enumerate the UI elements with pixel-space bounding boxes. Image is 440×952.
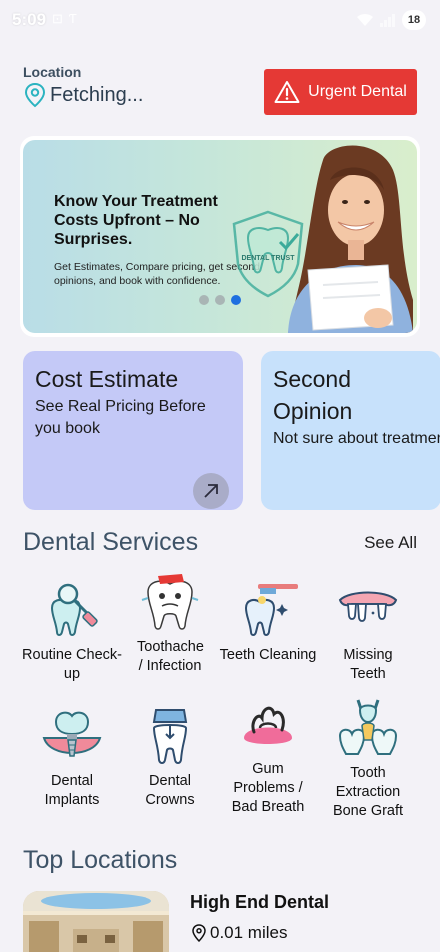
urgent-dental-label: Urgent Dental <box>308 83 407 100</box>
map-pin-icon <box>192 924 206 942</box>
magnifier-tooth-icon <box>50 583 98 636</box>
gum-icon <box>244 706 292 744</box>
status-notification-icons: ⊡ Ƭ <box>52 11 77 27</box>
service-missing-teeth[interactable]: Missing Teeth <box>318 578 418 684</box>
sick-tooth-icon <box>141 574 199 630</box>
clinic-interior-image <box>23 891 169 952</box>
dental-services-title: Dental Services <box>23 528 199 556</box>
service-label: Dental Crowns <box>145 773 195 808</box>
distance-value: 0.01 miles <box>210 923 288 942</box>
carousel-dots[interactable] <box>199 295 241 305</box>
card-description: Not sure about treatment? Let us r <box>273 430 440 447</box>
service-routine-checkup[interactable]: Routine Check-up <box>22 578 122 684</box>
missing-teeth-icon <box>338 591 398 622</box>
card-title: Cost Estimate <box>35 366 179 392</box>
service-label: Gum Problems / Bad Breath <box>231 761 305 815</box>
crown-icon <box>152 709 188 764</box>
location-name[interactable]: High End Dental <box>190 892 329 913</box>
service-teeth-cleaning[interactable]: Teeth Cleaning <box>218 578 318 665</box>
service-label: Teeth Cleaning <box>219 647 317 663</box>
extraction-icon <box>338 699 398 755</box>
service-label: Dental Implants <box>44 773 100 808</box>
status-right: 18 <box>356 10 426 30</box>
carousel-dot-2[interactable] <box>215 295 225 305</box>
warning-icon <box>274 81 300 103</box>
carousel-dot-3[interactable] <box>231 295 241 305</box>
battery-indicator: 18 <box>402 10 426 30</box>
open-arrow-button[interactable] <box>193 473 229 509</box>
service-label: Missing Teeth <box>343 647 393 682</box>
service-toothache[interactable]: Toothache / Infection <box>120 570 220 676</box>
service-label: Routine Check-up <box>22 647 122 682</box>
status-bar: 5:09 ⊡ Ƭ 18 <box>0 0 440 40</box>
network-icon: Ƭ <box>68 11 77 26</box>
card-title: Second Opinion <box>273 366 353 424</box>
promo-banner[interactable]: Know Your Treatment Costs Upfront – No S… <box>23 140 417 333</box>
service-label: Tooth Extraction Bone Graft <box>332 765 404 819</box>
location-photo[interactable] <box>23 891 169 952</box>
see-all-link[interactable]: See All <box>364 533 417 553</box>
second-opinion-card[interactable]: Second Opinion Not sure about treatment?… <box>261 351 440 510</box>
urgent-dental-button[interactable]: Urgent Dental <box>264 69 417 115</box>
wifi-icon <box>357 13 373 26</box>
card-description: See Real Pricing Before you book <box>35 398 206 437</box>
top-locations-title: Top Locations <box>23 846 178 874</box>
carousel-dot-1[interactable] <box>199 295 209 305</box>
arrow-up-right-icon <box>204 484 218 498</box>
service-tooth-extraction[interactable]: Tooth Extraction Bone Graft <box>318 696 418 821</box>
cost-estimate-card[interactable]: Cost Estimate See Real Pricing Before yo… <box>23 351 243 510</box>
service-dental-crowns[interactable]: Dental Crowns <box>120 704 220 810</box>
implant-icon <box>42 711 102 757</box>
location-selector[interactable]: Fetching... <box>24 82 143 108</box>
status-time: 5:09 <box>12 10 47 29</box>
location-label: Location <box>23 64 82 80</box>
toothbrush-tooth-icon <box>244 584 298 636</box>
service-dental-implants[interactable]: Dental Implants <box>22 704 122 810</box>
service-label: Toothache / Infection <box>137 639 204 674</box>
smiling-woman-image <box>288 145 413 333</box>
banner-title: Know Your Treatment Costs Upfront – No S… <box>54 193 218 248</box>
location-value: Fetching... <box>50 83 144 106</box>
notification-icon: ⊡ <box>52 11 63 26</box>
service-gum-problems[interactable]: Gum Problems / Bad Breath <box>218 694 318 817</box>
location-distance: 0.01 miles <box>192 923 287 943</box>
location-pin-icon <box>24 82 46 108</box>
signal-icon <box>380 14 395 27</box>
